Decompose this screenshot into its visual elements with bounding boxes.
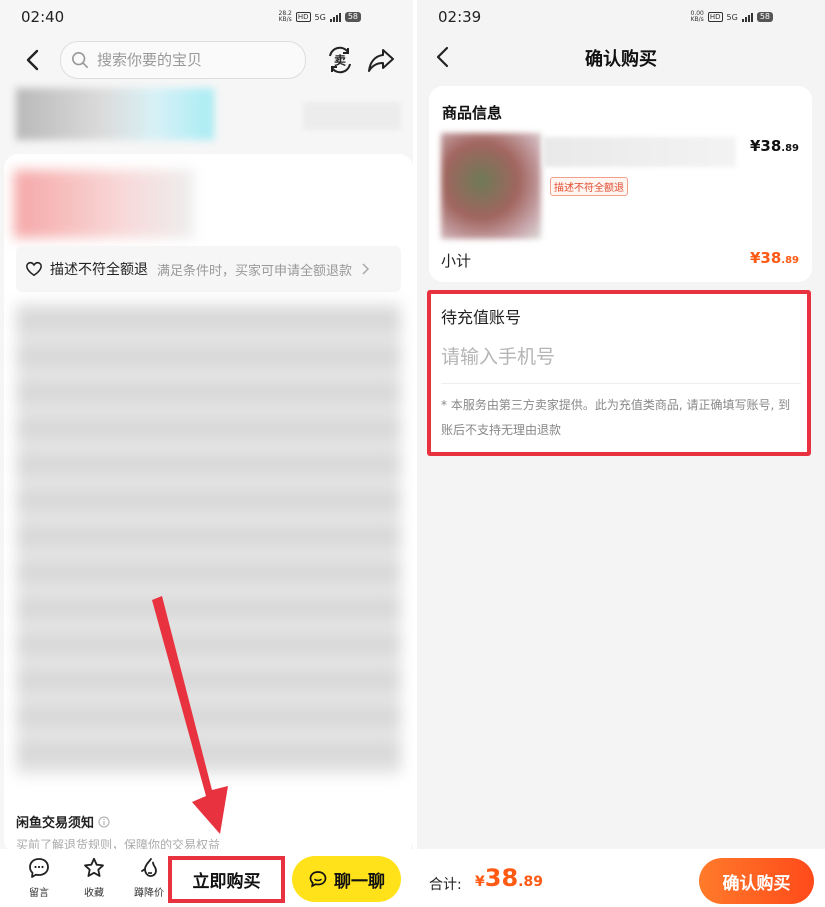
search-input[interactable]	[95, 50, 289, 70]
refund-subtitle: 满足条件时，买家可申请全额退款	[157, 263, 353, 279]
total-value: ¥38.89	[475, 864, 543, 892]
confirm-purchase-screen: 02:39 0.00 KB/s HD 5G 58 确认购买 商品信息 ¥38.89…	[417, 0, 825, 907]
seller-info-blurred	[16, 88, 214, 140]
heart-shield-icon	[26, 261, 42, 277]
share-icon[interactable]	[367, 47, 395, 73]
price-drop-button[interactable]: 蹲降价	[129, 856, 169, 899]
status-bar: 02:40 28.2 KB/s HD 5G 58	[0, 0, 413, 36]
recharge-note: * 本服务由第三方卖家提供。此为充值类商品, 请正确填写账号, 到账后不支持无理…	[441, 398, 791, 437]
status-time: 02:39	[438, 8, 482, 26]
refund-tag: 描述不符全额退	[550, 177, 628, 196]
recharge-divider	[441, 383, 801, 384]
buy-now-button[interactable]: 立即购买	[168, 856, 285, 903]
hd-icon: HD	[295, 12, 311, 22]
trade-notice-title[interactable]: 闲鱼交易须知	[16, 812, 110, 831]
total-label: 合计:	[429, 877, 462, 893]
network-speed: 28.2 KB/s	[278, 10, 292, 23]
product-detail-screen: 02:40 28.2KB/s HD 5G 58 卖 描述不符全额退 满足条件时，…	[0, 0, 413, 907]
search-icon	[71, 51, 89, 69]
annotation-arrow	[152, 596, 228, 834]
refund-title: 描述不符全额退	[50, 262, 148, 278]
hd-icon: HD	[707, 12, 723, 22]
goods-info-label: 商品信息	[442, 104, 503, 122]
status-bar: 02:39 0.00 KB/s HD 5G 58	[417, 0, 825, 36]
price-drop-icon	[141, 858, 157, 877]
search-bar[interactable]	[60, 41, 306, 79]
chat-bubble-icon	[309, 871, 327, 888]
network-type: 5G	[726, 12, 738, 22]
comment-button[interactable]: 留言	[19, 856, 59, 899]
back-arrow-icon[interactable]	[22, 48, 46, 72]
status-time: 02:40	[21, 8, 65, 26]
network-speed: 0.00 KB/s	[690, 10, 704, 23]
status-icons: 28.2 KB/s HD 5G 58	[278, 10, 361, 23]
page-title: 确认购买	[585, 49, 657, 70]
svg-text:卖: 卖	[334, 53, 346, 68]
seller-badge-blurred	[303, 102, 401, 130]
favorite-button[interactable]: 收藏	[74, 856, 114, 899]
recharge-account-label: 待充值账号	[441, 308, 522, 327]
status-icons: 0.00 KB/s HD 5G 58	[690, 10, 773, 23]
comment-icon	[29, 858, 49, 878]
price-blurred	[14, 170, 194, 238]
goods-price: ¥38.89	[749, 137, 799, 155]
signal-icon	[741, 12, 753, 22]
info-icon	[98, 816, 110, 827]
battery-icon: 58	[756, 12, 773, 22]
goods-title-blurred	[543, 137, 736, 167]
subtotal-value: ¥38.89	[749, 249, 799, 267]
signal-icon	[329, 12, 341, 22]
network-type: 5G	[314, 12, 326, 22]
refund-guarantee-row[interactable]: 描述不符全额退 满足条件时，买家可申请全额退款	[16, 246, 401, 292]
chat-button[interactable]: 聊一聊	[292, 856, 401, 902]
chevron-right-icon	[362, 263, 370, 275]
subtotal-label: 小计	[441, 252, 472, 270]
battery-icon: 58	[344, 12, 361, 22]
confirm-purchase-button[interactable]: 确认购买	[699, 858, 814, 904]
sell-icon[interactable]: 卖	[326, 46, 354, 74]
star-icon	[84, 857, 104, 877]
phone-number-input[interactable]	[441, 340, 799, 374]
goods-thumbnail-blurred	[441, 133, 541, 239]
